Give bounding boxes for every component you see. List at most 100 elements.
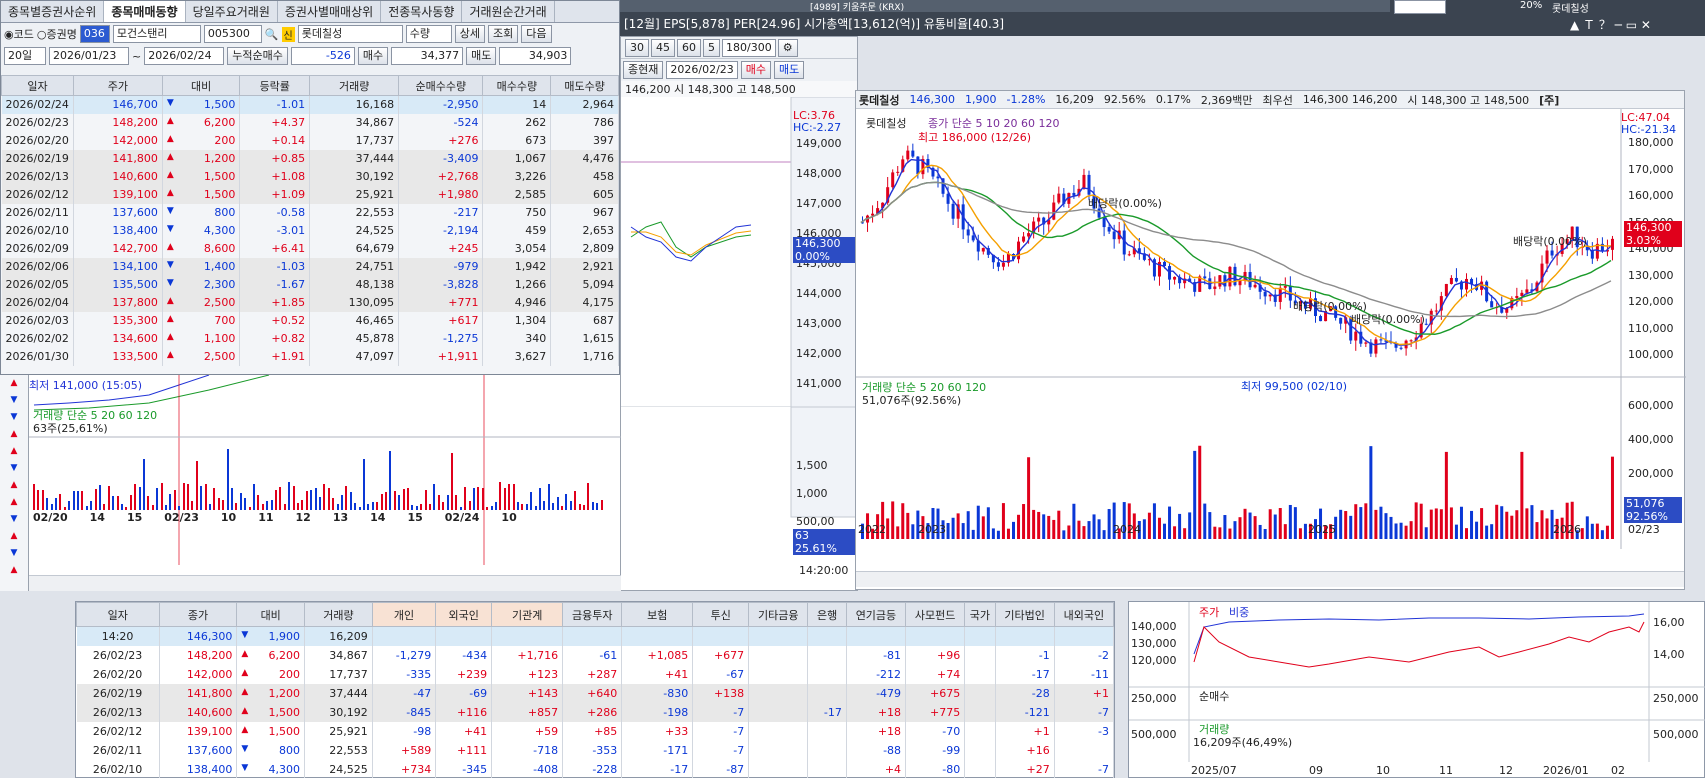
investor-col[interactable]: 기타금융	[748, 602, 809, 627]
mini-ytick-right: 16,00	[1653, 616, 1685, 629]
investor-col[interactable]: 일자	[76, 602, 160, 627]
investor-row[interactable]: 26/02/13 140,600 ▲ 1,500 30,192 -845 +116 +857 +…	[76, 702, 1115, 722]
investor-col[interactable]: 금융투자	[562, 602, 623, 627]
table-row[interactable]: 2026/02/24 146,700 ▼ 1,500 -1.01 16,168 -2,950…	[1, 95, 619, 114]
col-rate[interactable]: 등락률	[239, 75, 311, 96]
table-row[interactable]: 2026/01/30 133,500 ▲ 2,500 +1.91 47,097 +1,911…	[1, 347, 619, 366]
investor-col[interactable]: 은행	[807, 602, 847, 627]
text-tool-icons[interactable]: ▲ Ｔ ？ ─ ▭ ✕	[1570, 16, 1651, 33]
broker-code-field[interactable]: 036	[79, 25, 110, 43]
investor-row[interactable]: 26/02/12 139,100 ▲ 1,500 25,921 -98 +41 +59 +85 +…	[76, 721, 1115, 741]
col-net[interactable]: 순매수수량	[398, 75, 484, 96]
investor-col[interactable]: 투신	[692, 602, 750, 627]
broker-name-field[interactable]: 모건스탠리	[112, 25, 201, 43]
investor-col[interactable]: 외국인	[435, 602, 493, 627]
search-icon[interactable]: 🔍	[265, 28, 279, 41]
investor-col[interactable]: 기타법인	[994, 602, 1055, 627]
investor-col[interactable]: 내외국인	[1053, 602, 1115, 627]
investor-col[interactable]: 연기금등	[845, 602, 907, 627]
investor-row[interactable]: 26/02/20 142,000 ▲ 200 17,737 -335 +239 +123 +28…	[76, 664, 1115, 684]
sell-button[interactable]: 매도	[774, 61, 805, 79]
interval-45[interactable]: 45	[651, 38, 675, 57]
investor-col[interactable]: 대비	[236, 602, 306, 627]
investor-row[interactable]: 26/02/19 141,800 ▲ 1,200 37,444 -47 -69 +143 +64…	[76, 683, 1115, 703]
col-date[interactable]: 일자	[1, 75, 74, 96]
interval-5[interactable]: 5	[703, 38, 720, 57]
stock-name-field[interactable]: 롯데칠성	[297, 25, 403, 43]
up-arrow-icon: ▲	[166, 350, 174, 360]
table-row[interactable]: 2026/02/04 137,800 ▲ 2,500 +1.85 130,095 +771 4…	[1, 293, 619, 312]
date-to-field[interactable]: 2026/02/24	[144, 47, 225, 65]
col-sell[interactable]: 매도수량	[550, 75, 619, 96]
chart-tool-icons[interactable]: ⚙	[777, 38, 798, 57]
cell-net: +1,980	[398, 185, 484, 204]
cell-net: -1,275	[398, 329, 484, 348]
investor-row[interactable]: 26/02/10 138,400 ▼ 4,300 24,525 +734 -345 -408-…	[76, 759, 1115, 778]
main-chart-scrollbar[interactable]	[856, 571, 1684, 587]
chart-date[interactable]: 2026/02/23	[666, 61, 738, 79]
table-row[interactable]: 2026/02/13 140,600 ▲ 1,500 +1.08 30,192 +2,768…	[1, 167, 619, 186]
investor-col[interactable]: 종가	[158, 602, 238, 627]
radio-broker[interactable]: ○증권명	[37, 26, 77, 42]
inv-cell	[1054, 740, 1115, 760]
table-row[interactable]: 2026/02/23 148,200 ▲ 6,200 +4.37 34,867 -524 26…	[1, 113, 619, 132]
table-row[interactable]: 2026/02/12 139,100 ▲ 1,500 +1.09 25,921 +1,980…	[1, 185, 619, 204]
tab-daily-broker[interactable]: 당일주요거래원	[186, 1, 278, 22]
tab-instant[interactable]: 거래원순간거래	[462, 1, 555, 22]
bar-count[interactable]: 180/300	[722, 38, 776, 57]
investor-col[interactable]: 개인	[371, 602, 437, 627]
investor-col[interactable]: 국가	[964, 602, 996, 627]
mini-ytick: 130,000	[1131, 637, 1177, 650]
query-button[interactable]: 조회	[488, 25, 519, 43]
inv-cell: 17,737	[304, 664, 373, 684]
table-row[interactable]: 2026/02/09 142,700 ▲ 8,600 +6.41 64,679 +245 3,…	[1, 239, 619, 258]
detail-button[interactable]: 상세	[454, 25, 485, 43]
candle-body	[1127, 254, 1131, 256]
tab-all-stocks[interactable]: 전종목사동향	[381, 1, 463, 22]
mid-ytick: 142,000	[796, 347, 842, 360]
radio-code[interactable]: ◉코드	[4, 26, 34, 42]
table-row[interactable]: 2026/02/19 141,800 ▲ 1,200 +0.85 37,444 -3,409…	[1, 149, 619, 168]
label-now[interactable]: 종현재	[623, 61, 664, 79]
investor-col[interactable]: 기관계	[491, 602, 564, 627]
investor-col[interactable]: 거래량	[304, 602, 373, 627]
col-change[interactable]: 대비	[161, 75, 241, 96]
col-buy[interactable]: 매수수량	[482, 75, 552, 96]
cell-date: 2026/02/04	[1, 293, 74, 312]
tab-broker-rank[interactable]: 종목별증권사순위	[1, 1, 105, 22]
tab-broker-top[interactable]: 증권사별매매상위	[278, 1, 382, 22]
table-row[interactable]: 2026/02/06 134,100 ▼ 1,400 -1.03 24,751 -979 1,…	[1, 257, 619, 276]
investor-row[interactable]: 14:20 146,300 ▼ 1,900 16,209	[76, 626, 1115, 646]
table-row[interactable]: 2026/02/10 138,400 ▼ 4,300 -3.01 24,525 -2,194…	[1, 221, 619, 240]
main-period[interactable]: [주]	[1539, 92, 1559, 108]
table-row[interactable]: 2026/02/02 134,600 ▲ 1,100 +0.82 45,878 -1,275…	[1, 329, 619, 348]
table-row[interactable]: 2026/02/11 137,600 ▼ 800 -0.58 22,553 -217 750 9…	[1, 203, 619, 222]
table-row[interactable]: 2026/02/20 142,000 ▲ 200 +0.14 17,737 +276 673 3…	[1, 131, 619, 150]
interval-60[interactable]: 60	[677, 38, 701, 57]
inv-change-value: 4,300	[268, 762, 301, 776]
investor-col[interactable]: 보험	[621, 602, 694, 627]
volume-bar	[147, 495, 150, 510]
inv-cell: +287	[562, 664, 623, 684]
left-xlabel: 15	[407, 511, 423, 524]
volume-bar	[495, 501, 497, 510]
date-from-field[interactable]: 2026/01/23	[49, 47, 129, 65]
table-row[interactable]: 2026/02/03 135,300 ▲ 700 +0.52 46,465 +617 1,30…	[1, 311, 619, 330]
investor-row[interactable]: 26/02/11 137,600 ▼ 800 22,553 +589 +111 -718 -35…	[76, 740, 1115, 760]
buy-button[interactable]: 매수	[740, 61, 772, 79]
inv-cell: +59	[491, 721, 564, 741]
col-price[interactable]: 주가	[72, 75, 163, 96]
qty-select[interactable]: 수량	[405, 25, 452, 43]
period-select[interactable]: 20일	[4, 47, 46, 65]
interval-30[interactable]: 30	[625, 38, 649, 57]
col-volume[interactable]: 거래량	[309, 75, 400, 96]
right-code-field[interactable]: 005300	[1394, 0, 1446, 14]
stock-code-field[interactable]: 005300	[203, 25, 262, 43]
table-row[interactable]: 2026/02/05 135,500 ▼ 2,300 -1.67 48,138 -3,828…	[1, 275, 619, 294]
next-button[interactable]: 다음	[521, 25, 552, 43]
left-chart-scrollbar[interactable]	[29, 575, 621, 591]
investor-col[interactable]: 사모펀드	[905, 602, 966, 627]
candle-body	[1590, 250, 1594, 259]
tab-stock-trend[interactable]: 종목매매동향	[104, 1, 186, 22]
investor-row[interactable]: 26/02/23 148,200 ▲ 6,200 34,867 -1,279 -434 +1,…	[76, 645, 1115, 665]
